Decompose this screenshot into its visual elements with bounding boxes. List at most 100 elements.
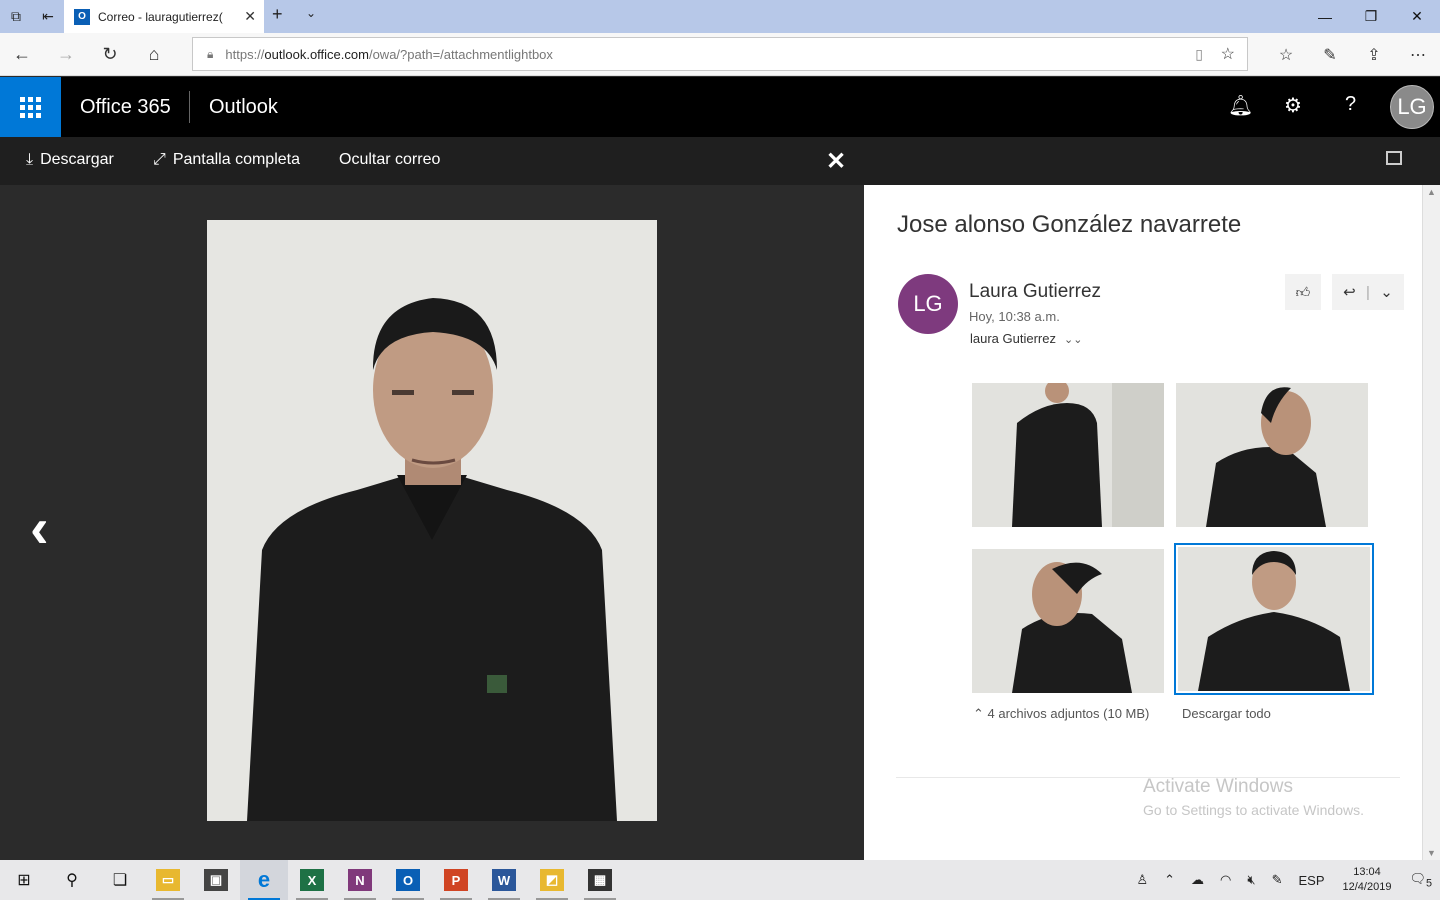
- download-all-link[interactable]: Descargar todo: [1182, 706, 1271, 721]
- browser-tab[interactable]: O Correo - lauragutierrez( ✕: [64, 0, 264, 33]
- set-aside-tabs-icon[interactable]: ⇤: [32, 0, 64, 33]
- network-icon[interactable]: ◠: [1212, 872, 1239, 888]
- attachment-thumbnail-3[interactable]: [972, 549, 1164, 693]
- restore-icon[interactable]: ❐: [1348, 0, 1394, 33]
- lightbox-command-bar: ⤓ Descargar ⤢ Pantalla completa Ocultar …: [0, 137, 1440, 185]
- edge-icon[interactable]: e: [240, 860, 288, 900]
- new-tab-icon[interactable]: +: [272, 4, 283, 25]
- calculator-icon[interactable]: ▦: [576, 860, 624, 900]
- notifications-icon[interactable]: 🗨︎5: [1401, 871, 1440, 890]
- reading-view-icon[interactable]: ▯: [1195, 46, 1203, 63]
- pen-workspace-icon[interactable]: ✎: [1264, 872, 1291, 888]
- clock[interactable]: 13:04 12/4/2019: [1333, 865, 1402, 895]
- bell-icon[interactable]: 🔔︎: [1228, 93, 1253, 118]
- start-icon[interactable]: ⊞: [0, 860, 48, 900]
- office-header: Office 365 Outlook 🔔︎ ⚙ ? LG: [0, 77, 1440, 137]
- app-launcher-icon[interactable]: [0, 77, 61, 137]
- favorite-star-icon[interactable]: ☆: [1221, 44, 1235, 64]
- collapse-attachments-icon: ⌃: [973, 706, 984, 721]
- url-domain: outlook.office.com: [264, 46, 369, 62]
- url-field[interactable]: 🔒︎ https:// outlook.office.com /owa/?pat…: [192, 37, 1248, 71]
- attachment-thumbnail-4[interactable]: [1174, 543, 1374, 695]
- download-button[interactable]: ⤓ Descargar: [26, 151, 114, 169]
- download-icon: ⤓: [26, 151, 34, 168]
- recipient-line[interactable]: laura Gutierrez ⌄⌄: [970, 331, 1082, 346]
- expand-recipients-icon[interactable]: ⌄⌄: [1064, 334, 1082, 346]
- system-tray: ♙ ⌃ ☁ ◠ 🔇︎ ✎ ESP 13:04 12/4/2019 🗨︎5: [1128, 860, 1440, 900]
- thumbs-up-icon: 👍︎: [1295, 283, 1311, 300]
- task-view-icon[interactable]: ❏: [96, 860, 144, 900]
- notification-count: 5: [1425, 877, 1432, 890]
- scroll-up-icon[interactable]: ▲: [1427, 187, 1436, 197]
- message-subject: Jose alonso González navarrete: [897, 211, 1242, 238]
- tab-preview-chevron-icon[interactable]: ⌄: [306, 6, 316, 20]
- forward-icon[interactable]: →: [44, 33, 88, 76]
- windows-taskbar: ⊞ ⚲ ❏ ▭ ▣ e X N O P W ◩ ▦ ♙ ⌃ ☁ ◠ 🔇︎ ✎ E…: [0, 860, 1440, 900]
- more-icon[interactable]: ⋯: [1396, 33, 1440, 76]
- tab-title: Correo - lauragutierrez(: [98, 9, 223, 24]
- attachment-thumbnail-1[interactable]: [972, 383, 1164, 527]
- download-label: Descargar: [40, 151, 114, 168]
- language-indicator[interactable]: ESP: [1291, 873, 1333, 888]
- browser-titlebar: ⧉ ⇤ O Correo - lauragutierrez( ✕ + ⌄ — ❐…: [0, 0, 1440, 33]
- address-toolbar: ← → ↻ ⌂ 🔒︎ https:// outlook.office.com /…: [0, 33, 1440, 76]
- previous-image-icon[interactable]: ‹: [30, 495, 49, 560]
- volume-muted-icon[interactable]: 🔇︎: [1239, 872, 1263, 888]
- attachment-photo: [207, 220, 657, 821]
- url-path: /owa/?path=/attachmentlightbox: [368, 46, 553, 62]
- close-tab-icon[interactable]: ✕: [244, 8, 256, 25]
- scroll-down-icon[interactable]: ▼: [1427, 848, 1436, 858]
- gear-icon[interactable]: ⚙: [1284, 93, 1302, 118]
- scrollbar[interactable]: ▲ ▼: [1422, 185, 1440, 860]
- close-icon[interactable]: ✕: [826, 147, 846, 176]
- file-manager-icon[interactable]: ◩: [528, 860, 576, 900]
- onenote-icon[interactable]: N: [336, 860, 384, 900]
- activate-windows-watermark: Activate Windows Go to Settings to activ…: [1143, 776, 1364, 818]
- message-time: Hoy, 10:38 a.m.: [969, 309, 1060, 324]
- popout-icon[interactable]: [1386, 151, 1402, 165]
- sender-name[interactable]: Laura Gutierrez: [969, 281, 1101, 303]
- image-viewer: ‹: [0, 185, 864, 860]
- outlook-tab-icon: O: [74, 8, 90, 25]
- onedrive-icon[interactable]: ☁: [1183, 872, 1212, 888]
- pen-icon[interactable]: ✎: [1308, 33, 1352, 76]
- attachment-thumbnail-2[interactable]: [1176, 383, 1368, 527]
- file-explorer-icon[interactable]: ▭: [144, 860, 192, 900]
- avatar[interactable]: LG: [1390, 85, 1434, 129]
- excel-icon[interactable]: X: [288, 860, 336, 900]
- refresh-icon[interactable]: ↻: [88, 33, 132, 76]
- office-brand[interactable]: Office 365: [80, 96, 171, 119]
- show-hidden-icons-icon[interactable]: ⌃: [1156, 872, 1183, 888]
- app-name[interactable]: Outlook: [209, 96, 278, 119]
- activate-subtitle: Go to Settings to activate Windows.: [1143, 802, 1364, 818]
- share-icon[interactable]: ⇪: [1352, 33, 1396, 76]
- tab-manager-icon[interactable]: ⧉: [0, 0, 32, 33]
- attachments-toggle[interactable]: ⌃ 4 archivos adjuntos (10 MB): [973, 706, 1149, 722]
- reply-all-icon: ↩: [1343, 284, 1356, 301]
- home-icon[interactable]: ⌂: [132, 33, 176, 76]
- minimize-icon[interactable]: —: [1302, 0, 1348, 33]
- close-window-icon[interactable]: ✕: [1394, 0, 1440, 33]
- button-divider: |: [1366, 283, 1370, 301]
- expand-icon: ⤢: [153, 151, 166, 168]
- hide-mail-button[interactable]: Ocultar correo: [339, 151, 440, 169]
- sender-avatar[interactable]: LG: [898, 274, 958, 334]
- word-icon[interactable]: W: [480, 860, 528, 900]
- reading-pane: Jose alonso González navarrete LG Laura …: [864, 185, 1422, 860]
- back-icon[interactable]: ←: [0, 33, 44, 76]
- like-button[interactable]: 👍︎: [1285, 274, 1321, 310]
- fullscreen-button[interactable]: ⤢ Pantalla completa: [153, 151, 300, 169]
- search-icon[interactable]: ⚲: [48, 860, 96, 900]
- help-icon[interactable]: ?: [1345, 93, 1356, 116]
- store-icon[interactable]: ▣: [192, 860, 240, 900]
- clock-time: 13:04: [1353, 866, 1381, 878]
- outlook-icon[interactable]: O: [384, 860, 432, 900]
- chevron-down-icon[interactable]: ⌄: [1380, 283, 1393, 301]
- powerpoint-icon[interactable]: P: [432, 860, 480, 900]
- people-icon[interactable]: ♙: [1128, 872, 1156, 888]
- fullscreen-label: Pantalla completa: [172, 151, 300, 168]
- url-scheme: https://: [225, 46, 265, 62]
- reply-all-button[interactable]: ↩ | ⌄: [1332, 274, 1404, 310]
- favorites-hub-icon[interactable]: ☆: [1264, 33, 1308, 76]
- lock-icon: 🔒︎: [207, 46, 214, 61]
